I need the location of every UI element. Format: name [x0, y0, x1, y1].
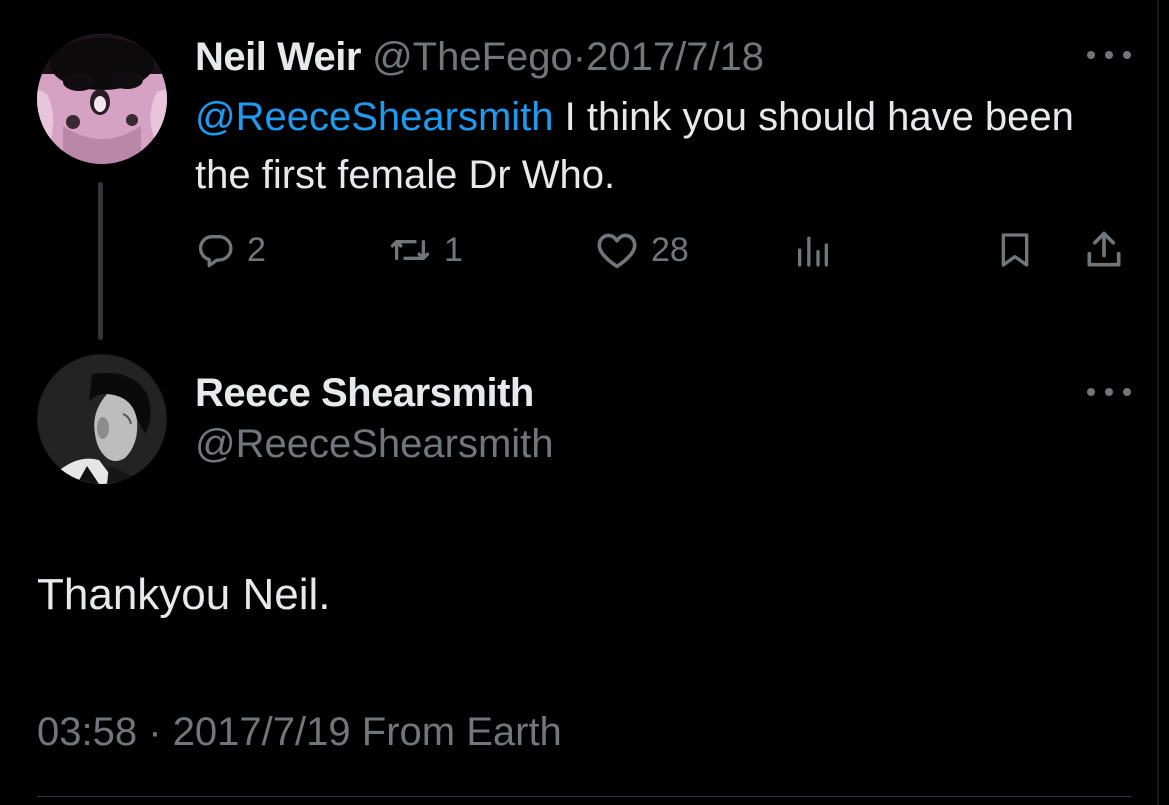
reply-tweet-header: Reece Shearsmith @ReeceShearsmith	[195, 368, 554, 470]
retweet-button[interactable]: 1	[388, 222, 463, 278]
like-button[interactable]: 28	[595, 222, 689, 278]
bookmark-button[interactable]	[995, 222, 1035, 278]
retweet-count: 1	[444, 230, 463, 269]
tweet-source: From Earth	[361, 710, 562, 754]
thread-connector-line	[98, 182, 103, 340]
reply-button[interactable]: 2	[195, 222, 266, 278]
separator: ·	[572, 35, 587, 79]
tweet-date[interactable]: 2017/7/18	[586, 35, 764, 79]
tweet-thread: Neil Weir @TheFego·2017/7/18 @ReeceShear…	[0, 0, 1169, 805]
more-icon[interactable]	[1087, 385, 1131, 399]
more-icon[interactable]	[1087, 48, 1131, 62]
author-handle[interactable]: @TheFego	[372, 35, 573, 79]
share-button[interactable]	[1082, 222, 1126, 278]
tweet-meta: 03:58 · 2017/7/19 From Earth	[37, 706, 562, 758]
avatar[interactable]	[37, 34, 167, 164]
divider	[37, 796, 1132, 797]
parent-tweet-text: @ReeceShearsmith I think you should have…	[195, 88, 1095, 204]
views-button[interactable]	[793, 222, 833, 278]
author-handle[interactable]: @ReeceShearsmith	[195, 418, 554, 470]
bookmark-icon	[1001, 233, 1029, 267]
tweet-date[interactable]: 2017/7/19	[173, 710, 351, 754]
portrait-avatar-icon	[37, 354, 167, 484]
reply-count: 2	[247, 230, 266, 269]
author-name[interactable]: Neil Weir	[195, 35, 361, 79]
separator: ·	[148, 710, 162, 754]
scrollbar-track[interactable]	[1157, 0, 1159, 805]
parent-tweet-header: Neil Weir @TheFego·2017/7/18	[195, 33, 764, 81]
action-bar: 2 1 28	[195, 222, 1135, 278]
mention-link[interactable]: @ReeceShearsmith	[195, 95, 554, 139]
views-icon	[798, 236, 828, 267]
heart-icon	[597, 233, 637, 269]
reply-icon	[198, 235, 233, 268]
retweet-icon	[390, 240, 430, 260]
reply-tweet-text: Thankyou Neil.	[37, 570, 331, 619]
like-count: 28	[651, 230, 689, 269]
author-name[interactable]: Reece Shearsmith	[195, 368, 554, 418]
tweet-time[interactable]: 03:58	[37, 710, 137, 754]
pink-face-avatar-icon	[37, 34, 167, 164]
avatar[interactable]	[37, 354, 167, 484]
share-icon	[1087, 231, 1121, 267]
